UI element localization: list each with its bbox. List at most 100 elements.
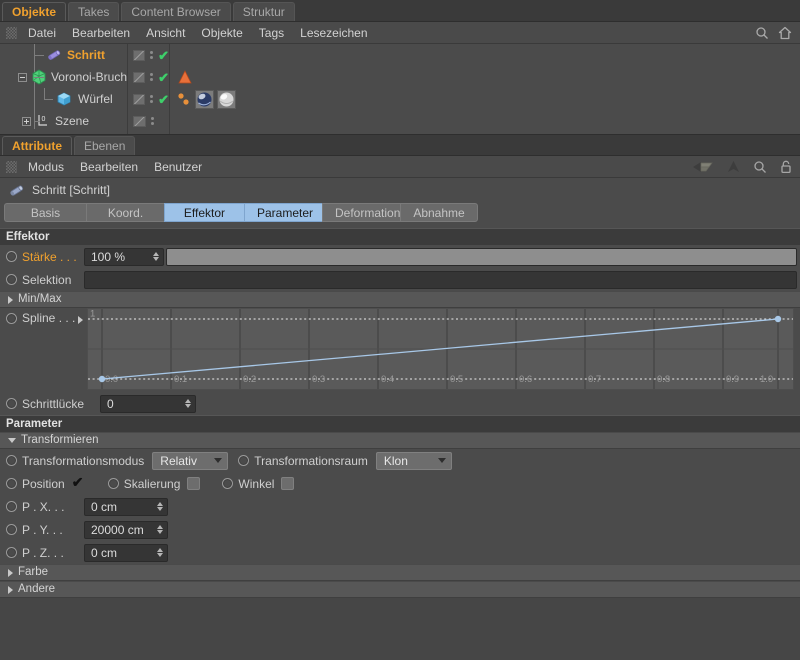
menu-objekte[interactable]: Objekte [193,22,250,44]
stepper-pz[interactable] [157,548,165,557]
animate-radio-position[interactable] [6,478,17,489]
tab-objekte[interactable]: Objekte [2,2,66,21]
tab-content-browser[interactable]: Content Browser [121,2,230,21]
visibility-toggle-icon[interactable] [133,94,145,105]
visibility-dots-icon[interactable] [150,51,153,59]
subgroup-minmax[interactable]: Min/Max [0,291,800,308]
subgroup-farbe[interactable]: Farbe [0,564,800,581]
object-row-schritt[interactable]: Schritt [0,44,127,66]
tab-takes[interactable]: Takes [68,2,119,21]
menu-bearbeiten[interactable]: Bearbeiten [64,22,138,44]
up-arrow-icon[interactable] [727,160,740,174]
object-row-wuerfel[interactable]: Würfel [0,88,127,110]
menu-benutzer[interactable]: Benutzer [146,156,210,178]
enable-check-icon[interactable]: ✔ [158,71,169,84]
animate-radio-staerke[interactable] [6,251,17,262]
expander-voronoi-bruch[interactable] [18,73,27,82]
field-staerke[interactable]: 100 % [84,248,164,266]
row-transformationsmodus: Transformationsmodus Relativ Transformat… [0,449,800,472]
attribute-manager-menubar: Modus Bearbeiten Benutzer [0,156,800,178]
visibility-dots-icon[interactable] [150,95,153,103]
visibility-toggle-icon[interactable] [133,116,146,127]
tag-row [170,88,800,110]
object-row-szene[interactable]: 0 Szene [0,110,127,132]
svg-text:0.7: 0.7 [588,374,601,385]
animate-radio-px[interactable] [6,501,17,512]
menu-lesezeichen[interactable]: Lesezeichen [292,22,375,44]
field-pz[interactable]: 0 cm [84,544,168,562]
lock-icon[interactable] [780,160,792,174]
animate-radio-skalierung[interactable] [108,478,119,489]
field-px[interactable]: 0 cm [84,498,168,516]
material-blue-tag[interactable] [195,90,214,109]
checkbox-position[interactable] [72,477,85,490]
animate-radio-transformationsraum[interactable] [238,455,249,466]
stepper-staerke[interactable] [153,252,161,261]
menu-datei[interactable]: Datei [20,22,64,44]
stepper-py[interactable] [157,525,165,534]
checkbox-winkel[interactable] [281,477,294,490]
animate-radio-transformationsmodus[interactable] [6,455,17,466]
visibility-toggle-icon[interactable] [133,50,145,61]
visibility-cell: ✔ [128,88,169,110]
dropdown-transformationsmodus-value: Relativ [160,454,208,468]
attribute-object-title: Schritt [Schritt] [32,183,110,197]
menu-modus[interactable]: Modus [20,156,72,178]
menu-bearbeiten[interactable]: Bearbeiten [72,156,146,178]
visibility-toggle-icon[interactable] [133,72,145,83]
svg-text:0.1: 0.1 [174,374,187,385]
menu-tags[interactable]: Tags [251,22,292,44]
checkbox-skalierung[interactable] [187,477,200,490]
stepper-px[interactable] [157,502,165,511]
tab-ebenen[interactable]: Ebenen [74,136,135,155]
visibility-dots-icon[interactable] [150,73,153,81]
panel-gripper-icon[interactable] [6,27,17,39]
subgroup-transformieren-label: Transformieren [21,432,99,449]
tab-basis[interactable]: Basis [4,203,86,222]
tree-branch-line [34,77,44,78]
enable-check-icon[interactable]: ✔ [158,93,169,106]
chevron-down-icon [214,458,222,463]
home-icon[interactable] [778,26,792,40]
tab-deformation[interactable]: Deformation [322,203,400,222]
field-schrittluecke[interactable]: 0 [100,395,196,413]
animate-radio-py[interactable] [6,524,17,535]
row-staerke: Stärke . . . 100 % [0,245,800,268]
object-row-voronoi-bruch[interactable]: Voronoi-Bruch [0,66,127,88]
animate-radio-pz[interactable] [6,547,17,558]
field-selektion[interactable] [84,271,797,289]
row-position-z: P . Z. . . 0 cm [0,541,800,564]
visibility-dots-icon[interactable] [151,117,154,125]
spline-graph[interactable]: 1 0.0 0.1 0.2 0.3 0.4 0.5 0.6 0.7 0.8 0.… [87,308,794,390]
menu-ansicht[interactable]: Ansicht [138,22,193,44]
material-white-tag[interactable] [217,90,236,109]
tab-effektor[interactable]: Effektor [164,203,244,222]
animate-radio-schrittluecke[interactable] [6,398,17,409]
search-icon[interactable] [755,26,769,40]
cone-tag[interactable] [176,68,194,86]
enable-check-icon[interactable]: ✔ [158,49,169,62]
animate-radio-spline[interactable] [6,313,17,324]
panel-gripper-icon[interactable] [6,161,17,173]
point-tag[interactable] [176,90,192,108]
back-arrow-icon[interactable] [692,160,714,174]
object-tags-column [170,44,800,134]
slider-staerke[interactable] [166,248,797,266]
tab-koord[interactable]: Koord. [86,203,164,222]
search-icon[interactable] [753,160,767,174]
stepper-schrittluecke[interactable] [185,399,193,408]
visibility-cell [128,110,169,132]
tab-abnahme[interactable]: Abnahme [400,203,478,222]
tab-attribute[interactable]: Attribute [2,136,72,155]
animate-radio-selektion[interactable] [6,274,17,285]
dropdown-transformationsraum[interactable]: Klon [376,452,452,470]
subgroup-andere[interactable]: Andere [0,581,800,598]
tab-parameter[interactable]: Parameter [244,203,322,222]
dropdown-transformationsmodus[interactable]: Relativ [152,452,228,470]
tab-struktur[interactable]: Struktur [233,2,295,21]
spline-graph-canvas[interactable]: 1 0.0 0.1 0.2 0.3 0.4 0.5 0.6 0.7 0.8 0.… [88,309,793,389]
subgroup-transformieren[interactable]: Transformieren [0,432,800,449]
field-py[interactable]: 20000 cm [84,521,168,539]
animate-radio-winkel[interactable] [222,478,233,489]
expander-szene[interactable] [22,117,31,126]
